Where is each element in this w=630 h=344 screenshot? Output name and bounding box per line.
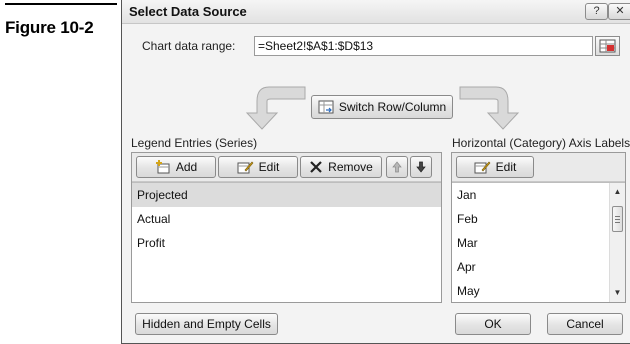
curved-arrow-right-icon bbox=[459, 86, 520, 130]
remove-label: Remove bbox=[328, 160, 373, 174]
switch-row-column-icon bbox=[318, 100, 334, 114]
close-button[interactable]: ✕ bbox=[608, 3, 630, 20]
arrow-down-icon bbox=[416, 161, 426, 173]
edit-label: Edit bbox=[258, 160, 280, 174]
add-label: Add bbox=[175, 160, 198, 174]
axis-item-may[interactable]: May bbox=[452, 279, 608, 303]
axis-item-jan[interactable]: Jan bbox=[452, 183, 608, 207]
move-down-button[interactable] bbox=[410, 156, 432, 178]
edit-axis-labels-button[interactable]: Edit bbox=[456, 156, 534, 178]
curved-arrow-left-icon bbox=[245, 86, 306, 130]
ok-button[interactable]: OK bbox=[455, 313, 531, 335]
hidden-empty-cells-label: Hidden and Empty Cells bbox=[142, 317, 271, 331]
switch-row-column-button[interactable]: Switch Row/Column bbox=[311, 95, 453, 119]
figure-rule bbox=[5, 3, 117, 5]
chart-data-range-input[interactable]: =Sheet2!$A$1:$D$13 bbox=[254, 36, 593, 56]
series-item-profit[interactable]: Profit bbox=[132, 231, 441, 255]
switch-row-column-label: Switch Row/Column bbox=[338, 100, 447, 114]
scrollbar-thumb[interactable] bbox=[612, 206, 623, 232]
edit-icon bbox=[474, 161, 491, 174]
axis-item-apr[interactable]: Apr bbox=[452, 255, 608, 279]
axis-list-scrollbar[interactable]: ▲ ▼ bbox=[609, 183, 625, 302]
scroll-down-icon[interactable]: ▼ bbox=[610, 285, 625, 300]
remove-series-button[interactable]: Remove bbox=[300, 156, 382, 178]
arrow-up-icon bbox=[392, 161, 402, 173]
legend-entries-heading: Legend Entries (Series) bbox=[131, 136, 258, 150]
hidden-empty-cells-button[interactable]: Hidden and Empty Cells bbox=[135, 313, 278, 335]
select-data-source-dialog: Select Data Source ? ✕ Chart data range:… bbox=[121, 0, 630, 344]
thumb-grip bbox=[615, 222, 620, 223]
axis-labels-heading: Horizontal (Category) Axis Labels bbox=[452, 136, 630, 150]
ok-label: OK bbox=[484, 317, 502, 331]
remove-x-icon bbox=[310, 161, 322, 173]
move-up-button[interactable] bbox=[386, 156, 408, 178]
help-button[interactable]: ? bbox=[585, 3, 608, 20]
title-bar: Select Data Source ? ✕ bbox=[122, 0, 630, 24]
edit-series-button[interactable]: Edit bbox=[218, 156, 298, 178]
chart-data-range-label: Chart data range: bbox=[142, 39, 236, 53]
axis-item-feb[interactable]: Feb bbox=[452, 207, 608, 231]
dialog-title: Select Data Source bbox=[129, 4, 247, 19]
add-icon bbox=[155, 160, 170, 174]
cancel-button[interactable]: Cancel bbox=[547, 313, 623, 335]
series-item-projected[interactable]: Projected bbox=[132, 183, 441, 207]
edit-icon bbox=[237, 161, 254, 174]
edit-axis-label: Edit bbox=[495, 160, 517, 174]
range-picker-button[interactable] bbox=[595, 36, 620, 56]
thumb-grip bbox=[615, 219, 620, 220]
add-series-button[interactable]: Add bbox=[136, 156, 216, 178]
cancel-label: Cancel bbox=[566, 317, 604, 331]
scroll-up-icon[interactable]: ▲ bbox=[610, 184, 625, 199]
axis-item-mar[interactable]: Mar bbox=[452, 231, 608, 255]
series-item-actual[interactable]: Actual bbox=[132, 207, 441, 231]
thumb-grip bbox=[615, 216, 620, 217]
figure-label: Figure 10-2 bbox=[5, 18, 94, 37]
range-picker-icon bbox=[599, 39, 616, 53]
